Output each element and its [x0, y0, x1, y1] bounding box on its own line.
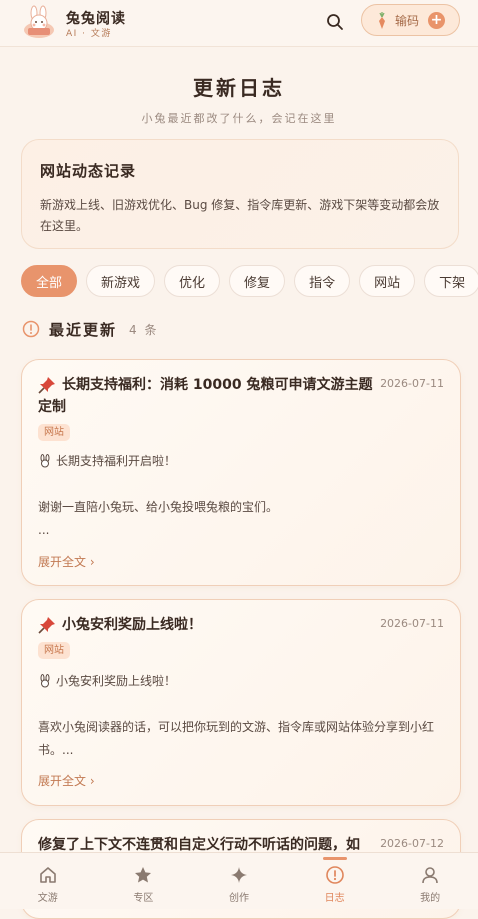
- update-card-title: 长期支持福利：消耗 10000 兔粮可申请文游主题定制: [38, 377, 373, 415]
- filter-optimize[interactable]: 优化: [164, 265, 221, 297]
- rabbit-icon: [40, 674, 50, 688]
- section-count: 4 条: [129, 322, 159, 337]
- star-icon: [135, 867, 152, 883]
- nav-label: 专区: [133, 893, 154, 904]
- info-circle-icon: [22, 320, 40, 338]
- info-card-title: 网站动态记录: [40, 162, 137, 180]
- filter-chips: 全部 新游戏 优化 修复 指令 网站 下架: [21, 265, 478, 297]
- rabbit-icon: [40, 454, 50, 468]
- info-card-desc: 新游戏上线、旧游戏优化、Bug 修复、指令库更新、游戏下架等变动都会放在这里。: [40, 198, 440, 233]
- update-card-date: 2026-07-11: [380, 617, 444, 630]
- bunny-logo-icon[interactable]: [22, 5, 56, 39]
- plus-icon: +: [428, 12, 445, 29]
- search-button[interactable]: [323, 10, 347, 34]
- update-card-body: 小兔安利奖励上线啦！ 喜欢小兔阅读器的话，可以把你玩到的文游、指令库或网站体验分…: [38, 670, 448, 762]
- nav-item-log[interactable]: 日志: [287, 853, 383, 909]
- nav-label: 创作: [228, 893, 249, 904]
- update-card-tag: 网站: [38, 424, 70, 441]
- update-card-line-text: 小兔安利奖励上线啦！: [56, 674, 177, 688]
- filter-new-game[interactable]: 新游戏: [86, 265, 156, 297]
- update-card-line: 喜欢小兔阅读器的话，可以把你玩到的文游、指令库或网站体验分享到小红书。...: [38, 720, 435, 757]
- filter-all[interactable]: 全部: [21, 265, 78, 297]
- update-card-line: 谢谢一直陪小兔玩、给小兔投喂兔粮的宝们。: [38, 500, 279, 514]
- update-card-date: 2026-07-11: [380, 377, 444, 390]
- app-subtitle: AI · 文游: [66, 29, 112, 39]
- filter-removed[interactable]: 下架: [424, 265, 478, 297]
- nav-label: 日志: [324, 893, 345, 904]
- carrot-icon: [379, 12, 385, 29]
- nav-item-create[interactable]: 创作: [191, 853, 287, 909]
- app-name: 兔兔阅读: [66, 11, 126, 27]
- active-indicator: [322, 857, 347, 860]
- update-card[interactable]: 长期支持福利：消耗 10000 兔粮可申请文游主题定制 2026-07-11 网…: [21, 359, 461, 586]
- recent-updates-header: 最近更新 4 条: [22, 318, 158, 340]
- expand-full-text-link[interactable]: 展开全文 ›: [38, 553, 95, 570]
- update-card-title: 小兔安利奖励上线啦！: [62, 617, 202, 633]
- update-card-line-text: 长期支持福利开启啦！: [56, 454, 177, 468]
- page-title: 更新日志: [193, 76, 285, 100]
- section-title: 最近更新: [49, 320, 118, 339]
- nav-item-wenyou[interactable]: 文游: [0, 853, 96, 909]
- update-card-line: ...: [38, 523, 50, 537]
- nav-item-mine[interactable]: 我的: [382, 853, 478, 909]
- redeem-code-label: 输码: [395, 14, 420, 28]
- home-icon: [39, 867, 56, 883]
- filter-command[interactable]: 指令: [294, 265, 351, 297]
- filter-website[interactable]: 网站: [359, 265, 416, 297]
- update-card-tag: 网站: [38, 642, 70, 659]
- search-icon: [327, 14, 343, 30]
- expand-full-text-link[interactable]: 展开全文 ›: [38, 772, 95, 789]
- sparkle-icon: [230, 867, 247, 883]
- update-card-body: 长期支持福利开启啦！ 谢谢一直陪小兔玩、给小兔投喂兔粮的宝们。 ...: [38, 450, 448, 542]
- top-bar: 兔兔阅读 AI · 文游 输码 +: [0, 0, 478, 47]
- update-card-line: 长期支持福利开启啦！: [38, 450, 448, 473]
- update-card-date: 2026-07-12: [380, 837, 444, 850]
- nav-label: 我的: [420, 893, 441, 904]
- info-icon: [325, 866, 344, 884]
- update-card[interactable]: 小兔安利奖励上线啦！ 2026-07-11 网站 小兔安利奖励上线啦！ 喜欢小兔…: [21, 599, 461, 806]
- filter-fix[interactable]: 修复: [229, 265, 286, 297]
- user-icon: [422, 867, 438, 884]
- page-subtitle: 小兔最近都改了什么，会记在这里: [141, 112, 337, 125]
- update-card-line: 小兔安利奖励上线啦！: [38, 670, 448, 693]
- nav-item-zone[interactable]: 专区: [96, 853, 192, 909]
- info-card: 网站动态记录 新游戏上线、旧游戏优化、Bug 修复、指令库更新、游戏下架等变动都…: [21, 139, 459, 249]
- nav-label: 文游: [37, 893, 58, 904]
- redeem-code-button[interactable]: 输码 +: [361, 4, 460, 36]
- bottom-nav: 文游 专区 创作 日志 我的: [0, 852, 478, 909]
